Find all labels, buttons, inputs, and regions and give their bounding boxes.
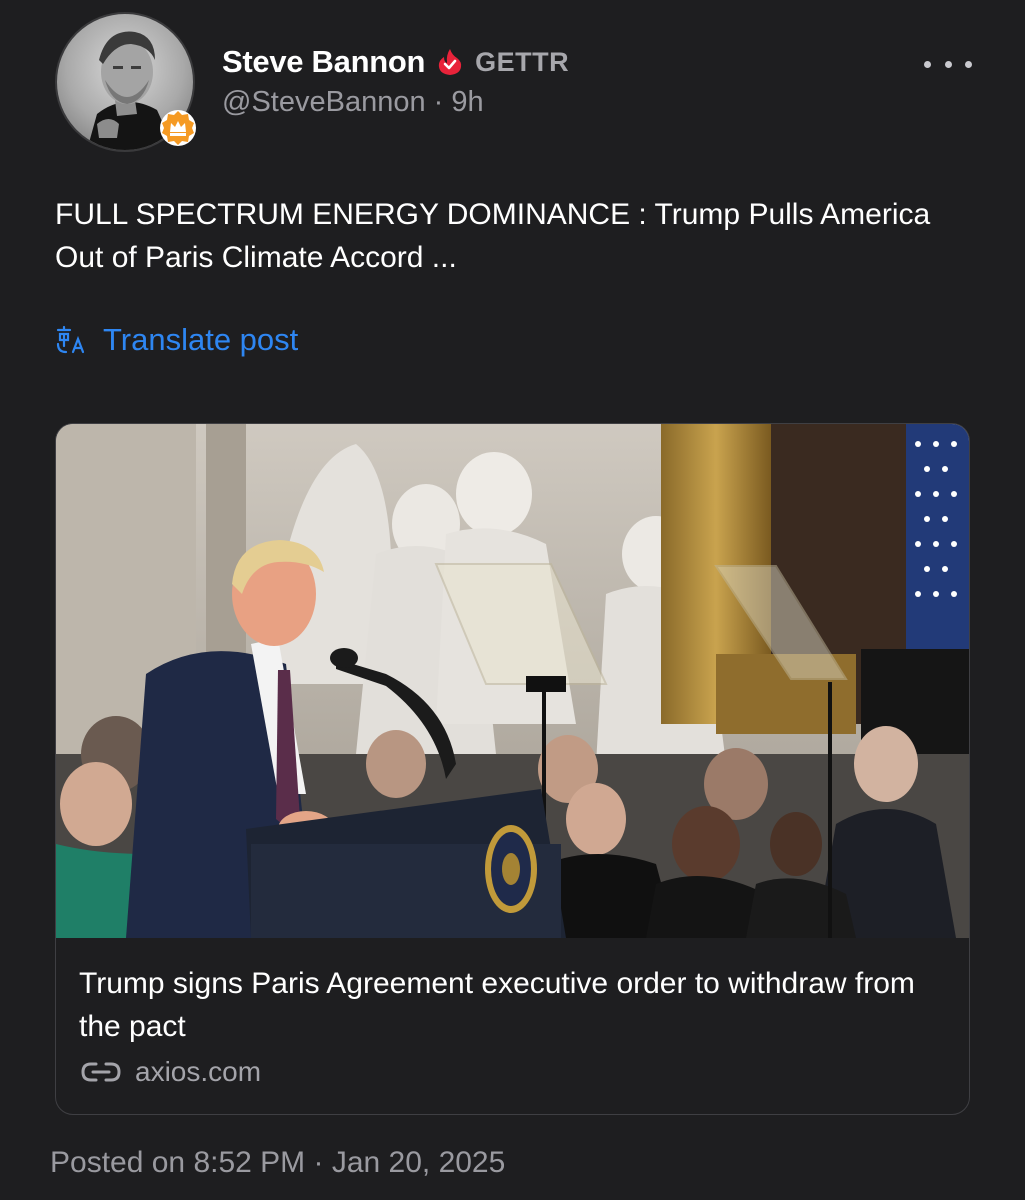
separator-dot: · bbox=[433, 86, 452, 118]
translate-icon bbox=[56, 325, 85, 354]
link-icon bbox=[81, 1062, 121, 1082]
author-handle[interactable]: @SteveBannon bbox=[222, 86, 426, 118]
platform-label: GETTR bbox=[475, 46, 570, 77]
article-image bbox=[56, 424, 969, 938]
source-domain: axios.com bbox=[135, 1056, 262, 1087]
fire-badge-icon bbox=[438, 49, 462, 75]
translate-label: Translate post bbox=[103, 322, 299, 357]
handle-line: @SteveBannon · 9h bbox=[222, 86, 484, 119]
post-time: 9h bbox=[451, 86, 484, 118]
translate-button[interactable]: Translate post bbox=[55, 322, 298, 358]
post-text: FULL SPECTRUM ENERGY DOMINANCE : Trump P… bbox=[55, 198, 931, 274]
author-line: Steve Bannon GETTR bbox=[222, 40, 569, 84]
article-source: axios.com bbox=[79, 1056, 261, 1088]
more-dots-icon[interactable] bbox=[924, 50, 972, 78]
crown-badge-icon bbox=[160, 110, 196, 146]
posted-timestamp: Posted on 8:52 PM · Jan 20, 2025 bbox=[50, 1146, 506, 1179]
link-preview-card[interactable]: Trump signs Paris Agreement executive or… bbox=[55, 423, 970, 1115]
article-title: Trump signs Paris Agreement executive or… bbox=[79, 967, 915, 1043]
post-page: Steve Bannon GETTR @SteveBannon · 9h FUL… bbox=[0, 0, 1025, 1200]
author-name[interactable]: Steve Bannon bbox=[222, 44, 425, 80]
